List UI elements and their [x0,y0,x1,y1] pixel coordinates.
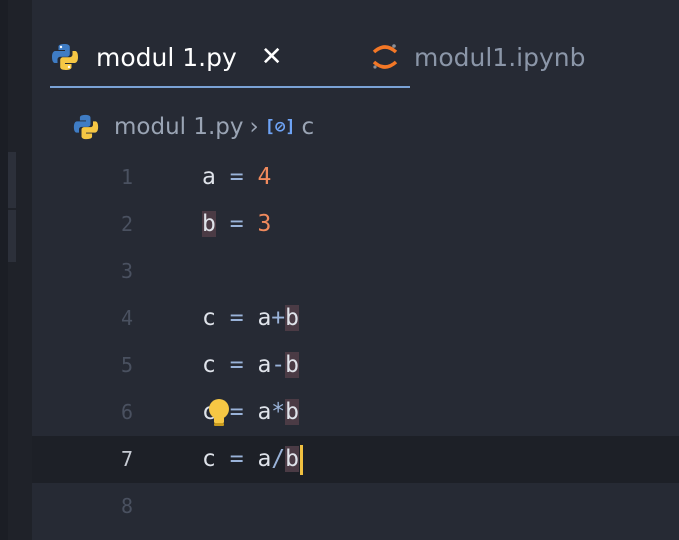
line-number: 3 [120,259,134,283]
breadcrumb: modul 1.py › [⊘] c [72,109,314,145]
variable-token: a [202,164,216,190]
variable-token: a [257,446,272,472]
code-line[interactable]: 5 c = a-b [32,342,679,389]
variable-token: a [257,305,272,331]
python-icon [72,113,100,141]
tab-bar: modul 1.py ✕ modul1.ipynb [32,0,679,96]
variable-token: c [202,446,216,472]
code-line-current[interactable]: 7 c = a/b [32,436,679,483]
line-number: 5 [120,353,134,377]
variable-token: b [285,446,300,472]
variable-token: a [257,399,272,425]
code-line[interactable]: 6 c = a*b [32,389,679,436]
operator-token: - [271,352,286,378]
code-text: a = 4 [202,154,271,201]
number-token: 3 [257,211,272,237]
variable-token: c [202,305,216,331]
code-editor[interactable]: 1 a = 4 2 b = 3 3 4 c = a+b 5 c = a-b 6 … [32,154,679,540]
breadcrumb-separator: › [249,114,259,140]
close-icon[interactable]: ✕ [261,44,283,70]
code-text: c = a+b [202,295,300,342]
variable-token: b [285,399,300,425]
operator-token: = [229,446,244,472]
variable-token: b [202,211,216,237]
jupyter-icon [370,42,400,72]
variable-token: b [285,352,300,378]
number-token: 4 [257,164,272,190]
window-edge [0,0,8,540]
variable-token: c [202,352,216,378]
breadcrumb-file[interactable]: modul 1.py [114,114,244,140]
code-text: c = a-b [202,342,300,389]
line-number: 2 [120,212,134,236]
tab-label: modul1.ipynb [414,42,586,72]
variable-icon: [⊘] [264,117,296,137]
activity-bar-item[interactable] [8,210,16,262]
line-number: 6 [120,400,134,424]
code-text: b = 3 [202,201,271,248]
operator-token: / [271,446,286,472]
operator-token: = [229,164,244,190]
tab-modul-1-py[interactable]: modul 1.py ✕ [50,28,410,88]
activity-bar [8,0,32,540]
text-cursor [300,444,304,475]
code-line[interactable]: 3 [32,248,679,295]
operator-token: = [229,352,244,378]
python-icon [50,42,80,72]
operator-token: = [229,305,244,331]
line-number: 7 [120,447,134,471]
operator-token: = [229,211,244,237]
variable-token: b [285,305,300,331]
line-number: 1 [120,165,134,189]
operator-token: + [271,305,286,331]
code-line[interactable]: 1 a = 4 [32,154,679,201]
breadcrumb-symbol[interactable]: c [301,114,314,140]
code-line[interactable]: 4 c = a+b [32,295,679,342]
line-number: 4 [120,306,134,330]
tab-modul1-ipynb[interactable]: modul1.ipynb [370,28,585,86]
tab-label: modul 1.py [96,42,237,72]
code-line[interactable]: 2 b = 3 [32,201,679,248]
activity-bar-item[interactable] [8,152,16,208]
lightbulb-icon[interactable] [204,397,234,429]
code-text: c = a/b [202,436,304,483]
variable-token: a [257,352,272,378]
line-number: 8 [120,494,134,518]
operator-token: * [271,399,286,425]
code-line[interactable]: 8 [32,483,679,530]
